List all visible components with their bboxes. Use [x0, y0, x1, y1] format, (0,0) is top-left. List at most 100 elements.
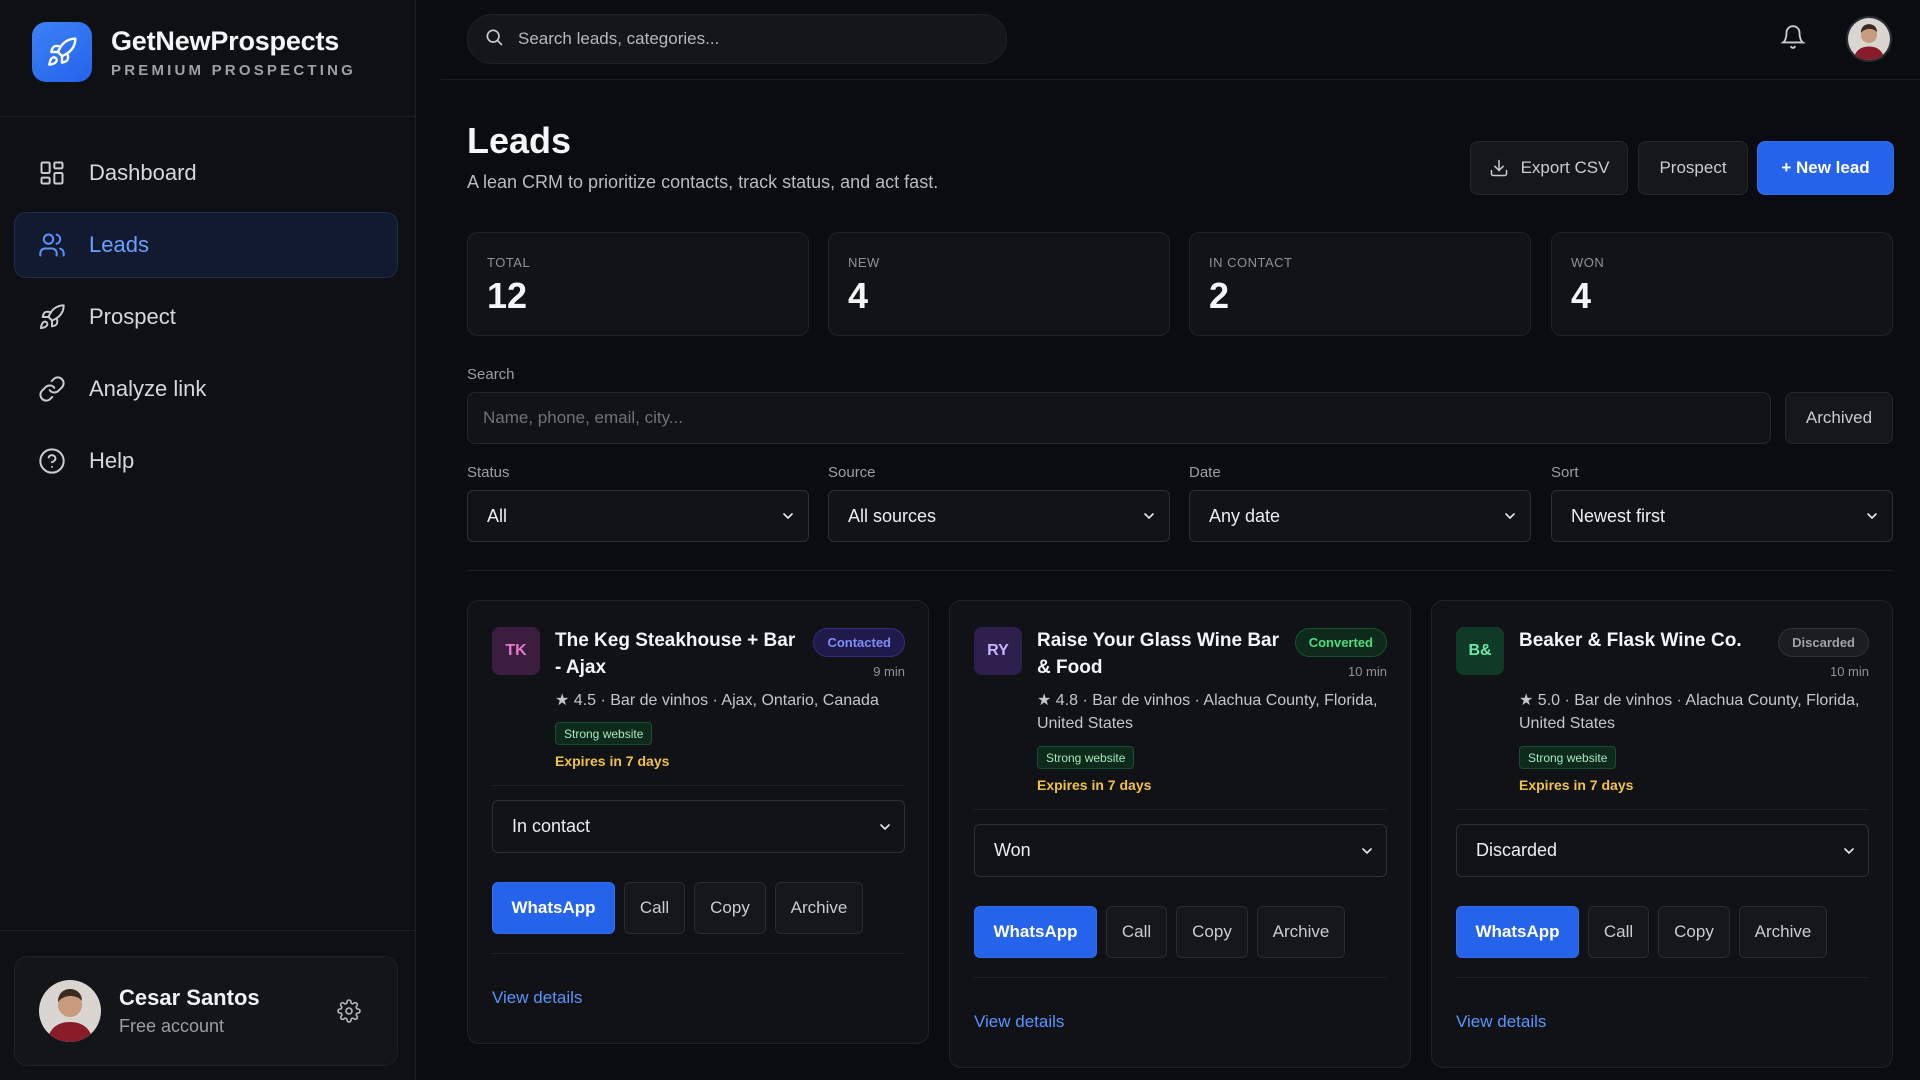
- call-button[interactable]: Call: [624, 882, 685, 934]
- global-search[interactable]: [467, 14, 1007, 64]
- source-select[interactable]: All sources: [828, 490, 1170, 542]
- chevron-down-icon: [1505, 513, 1515, 520]
- prospect-button[interactable]: Prospect: [1638, 141, 1748, 195]
- lead-name: Beaker & Flask Wine Co.: [1519, 630, 1742, 651]
- lead-initials-avatar: RY: [974, 627, 1022, 675]
- card-divider: [974, 809, 1386, 810]
- lead-status-select[interactable]: Won: [974, 824, 1387, 877]
- stat-value: 4: [1571, 275, 1592, 316]
- sidebar-item-help[interactable]: Help: [14, 428, 398, 494]
- stat-value: 2: [1209, 275, 1230, 316]
- gear-icon[interactable]: [337, 999, 363, 1025]
- status-badge: Converted: [1294, 628, 1387, 657]
- page-subtitle: A lean CRM to prioritize contacts, track…: [467, 172, 939, 192]
- lead-search-input[interactable]: [483, 408, 1753, 428]
- status-select-value: All: [487, 505, 508, 526]
- page-title: Leads: [467, 120, 572, 161]
- call-button[interactable]: Call: [1588, 906, 1649, 958]
- sidebar-item-label: Leads: [89, 232, 149, 257]
- status-filter-label: Status: [467, 464, 510, 481]
- sidebar-item-leads[interactable]: Leads: [14, 212, 398, 278]
- avatar[interactable]: [1846, 16, 1892, 62]
- copy-button[interactable]: Copy: [694, 882, 766, 934]
- copy-button[interactable]: Copy: [1176, 906, 1248, 958]
- stat-label: TOTAL: [487, 255, 531, 270]
- lead-name: The Keg Steakhouse + Bar - Ajax: [555, 630, 796, 678]
- view-details-link[interactable]: View details: [1456, 1012, 1546, 1032]
- call-button[interactable]: Call: [1106, 906, 1167, 958]
- new-lead-button[interactable]: + New lead: [1757, 141, 1894, 195]
- brand-tagline: PREMIUM PROSPECTING: [111, 61, 356, 79]
- filters-divider: [467, 570, 1893, 571]
- strong-website-tag: Strong website: [555, 722, 653, 745]
- search-label: Search: [467, 366, 515, 383]
- export-csv-button[interactable]: Export CSV: [1470, 141, 1628, 195]
- top-bar: [441, 0, 1920, 80]
- lead-status-select[interactable]: Discarded: [1456, 824, 1869, 877]
- status-select[interactable]: All: [467, 490, 809, 542]
- rocket-icon: [37, 302, 67, 332]
- download-icon: [1490, 159, 1507, 177]
- card-divider: [1456, 977, 1868, 978]
- archive-button[interactable]: Archive: [1739, 906, 1827, 958]
- sidebar-item-label: Prospect: [89, 304, 176, 329]
- sidebar-item-label: Analyze link: [89, 376, 207, 401]
- whatsapp-button[interactable]: WhatsApp: [492, 882, 615, 934]
- stat-value: 12: [487, 275, 528, 316]
- status-badge: Discarded: [1778, 628, 1869, 657]
- sidebar-divider: [0, 930, 416, 931]
- brand[interactable]: GetNewProspects PREMIUM PROSPECTING: [32, 22, 356, 82]
- archived-button[interactable]: Archived: [1785, 392, 1893, 444]
- expires-text: Expires in 7 days: [1519, 777, 1634, 793]
- view-details-link[interactable]: View details: [492, 988, 582, 1008]
- help-circle-icon: [37, 446, 67, 476]
- sidebar: GetNewProspects PREMIUM PROSPECTING Dash…: [0, 0, 416, 1080]
- stat-value: 4: [848, 275, 869, 316]
- strong-website-tag: Strong website: [1519, 746, 1617, 769]
- lead-status-value: In contact: [512, 816, 591, 836]
- search-icon: [484, 27, 504, 52]
- global-search-input[interactable]: [518, 29, 978, 49]
- export-csv-label: Export CSV: [1520, 158, 1610, 177]
- user-name: Cesar Santos: [119, 985, 260, 1010]
- date-filter-label: Date: [1189, 464, 1221, 481]
- copy-button[interactable]: Copy: [1658, 906, 1730, 958]
- lead-status-select[interactable]: In contact: [492, 800, 905, 853]
- avatar: [39, 980, 101, 1042]
- lead-time: 10 min: [1347, 664, 1387, 679]
- bell-icon[interactable]: [1780, 24, 1808, 52]
- date-select[interactable]: Any date: [1189, 490, 1531, 542]
- lead-search[interactable]: [467, 392, 1771, 444]
- users-icon: [37, 230, 67, 260]
- stat-total: TOTAL 12: [467, 232, 809, 336]
- chevron-down-icon: [1362, 847, 1372, 854]
- rocket-logo-icon: [32, 22, 92, 82]
- sidebar-item-prospect[interactable]: Prospect: [14, 284, 398, 350]
- whatsapp-button[interactable]: WhatsApp: [1456, 906, 1579, 958]
- brand-name: GetNewProspects: [111, 25, 340, 56]
- card-divider: [974, 977, 1386, 978]
- lead-time: 9 min: [873, 664, 905, 679]
- sidebar-item-analyze-link[interactable]: Analyze link: [14, 356, 398, 422]
- user-card[interactable]: Cesar Santos Free account: [14, 956, 398, 1066]
- view-details-link[interactable]: View details: [974, 1012, 1064, 1032]
- status-badge: Contacted: [813, 628, 905, 657]
- lead-card: RY Raise Your Glass Wine Bar & Food Conv…: [949, 600, 1411, 1068]
- chevron-down-icon: [1844, 847, 1854, 854]
- lead-initials-avatar: B&: [1456, 627, 1504, 675]
- sort-select[interactable]: Newest first: [1551, 490, 1893, 542]
- grid-icon: [37, 158, 67, 188]
- archive-button[interactable]: Archive: [775, 882, 863, 934]
- date-select-value: Any date: [1209, 505, 1281, 526]
- chevron-down-icon: [1144, 513, 1154, 520]
- sidebar-item-label: Dashboard: [89, 160, 197, 185]
- whatsapp-button[interactable]: WhatsApp: [974, 906, 1097, 958]
- expires-text: Expires in 7 days: [555, 753, 670, 769]
- sidebar-item-dashboard[interactable]: Dashboard: [14, 140, 398, 206]
- lead-time: 10 min: [1829, 664, 1869, 679]
- lead-status-value: Won: [994, 840, 1031, 860]
- sort-select-value: Newest first: [1571, 505, 1666, 526]
- sidebar-divider: [0, 116, 416, 117]
- archive-button[interactable]: Archive: [1257, 906, 1345, 958]
- lead-initials-avatar: TK: [492, 627, 540, 675]
